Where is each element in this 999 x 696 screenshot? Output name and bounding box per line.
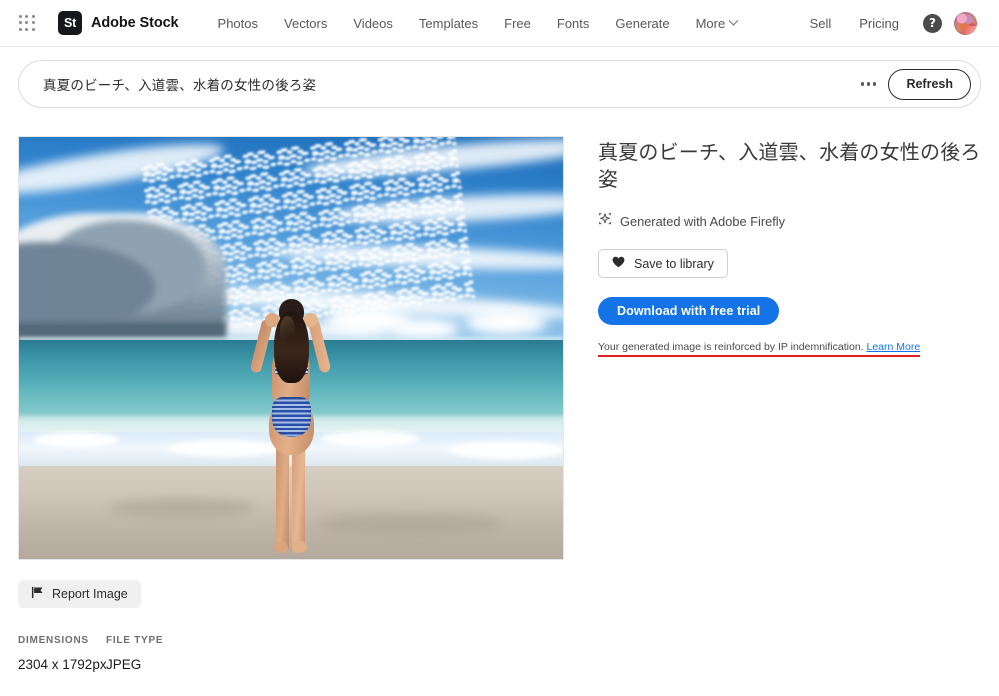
primary-nav-links: Photos Vectors Videos Templates Free Fon… (205, 10, 796, 37)
report-image-label: Report Image (52, 587, 128, 601)
nav-label: Vectors (284, 16, 327, 31)
generated-with-row: Generated with Adobe Firefly (598, 212, 981, 231)
nav-label: Generate (615, 16, 669, 31)
adobe-stock-logo[interactable]: St Adobe Stock (58, 11, 179, 35)
download-with-free-trial-button[interactable]: Download with free trial (598, 297, 779, 325)
flag-icon (31, 586, 44, 602)
ip-indemnification-text: Your generated image is reinforced by IP… (598, 341, 864, 353)
save-to-library-button[interactable]: Save to library (598, 249, 728, 278)
nav-link-free[interactable]: Free (491, 10, 544, 37)
nav-label: Sell (810, 16, 832, 31)
nav-link-pricing[interactable]: Pricing (845, 10, 913, 37)
search-bar[interactable]: Refresh (18, 60, 981, 108)
asset-detail-column: 真夏のビーチ、入道雲、水着の女性の後ろ姿 Generated with Adob… (598, 136, 981, 357)
secondary-nav-links: Sell Pricing ? (796, 10, 977, 37)
nav-link-templates[interactable]: Templates (406, 10, 491, 37)
nav-link-fonts[interactable]: Fonts (544, 10, 603, 37)
page-title: 真夏のビーチ、入道雲、水着の女性の後ろ姿 (598, 140, 981, 194)
metadata-label: DIMENSIONS (18, 635, 106, 646)
top-navigation-bar: St Adobe Stock Photos Vectors Videos Tem… (0, 0, 999, 47)
asset-preview-column: Report Image DIMENSIONS 2304 x 1792px FI… (18, 136, 564, 672)
figure-right-leg (292, 443, 305, 551)
main-content: Report Image DIMENSIONS 2304 x 1792px FI… (0, 108, 999, 672)
metadata-label: FILE TYPE (106, 635, 226, 646)
nav-label: Photos (218, 16, 258, 31)
metadata-value: 2304 x 1792px (18, 657, 106, 672)
nav-link-sell[interactable]: Sell (796, 10, 846, 37)
search-row: Refresh (0, 47, 999, 108)
brand-name-label: Adobe Stock (91, 15, 179, 31)
nav-link-vectors[interactable]: Vectors (271, 10, 340, 37)
nav-label: Free (504, 16, 531, 31)
user-avatar[interactable] (954, 12, 977, 35)
nav-label: More (696, 16, 726, 31)
nav-label: Templates (419, 16, 478, 31)
nav-link-photos[interactable]: Photos (205, 10, 271, 37)
generated-beach-photo[interactable] (18, 136, 564, 560)
chevron-down-icon (729, 15, 739, 25)
help-circle-icon[interactable]: ? (923, 14, 942, 33)
nav-label: Fonts (557, 16, 590, 31)
report-image-button[interactable]: Report Image (18, 580, 141, 608)
app-grid-icon[interactable] (18, 14, 36, 32)
metadata-dimensions: DIMENSIONS 2304 x 1792px (18, 635, 106, 672)
striped-swimsuit-bottom (272, 397, 311, 437)
stock-mark-icon: St (58, 11, 82, 35)
metadata-value: JPEG (106, 657, 226, 672)
cumulus-cloud (465, 310, 547, 335)
firefly-icon (598, 212, 612, 231)
nav-link-videos[interactable]: Videos (340, 10, 406, 37)
ellipsis-icon[interactable] (853, 69, 883, 99)
ip-indemnification-note: Your generated image is reinforced by IP… (598, 341, 920, 357)
figure-hair (274, 311, 309, 383)
woman-figure (236, 286, 346, 551)
search-input[interactable] (43, 77, 853, 92)
nav-label: Pricing (859, 16, 899, 31)
generated-with-label: Generated with Adobe Firefly (620, 214, 785, 229)
asset-metadata: DIMENSIONS 2304 x 1792px FILE TYPE JPEG (18, 635, 564, 672)
metadata-file-type: FILE TYPE JPEG (106, 635, 226, 672)
red-annotation-underline (598, 355, 920, 357)
nav-label: Videos (353, 16, 393, 31)
nav-link-more[interactable]: More (683, 10, 751, 37)
heart-icon (612, 256, 625, 271)
nav-link-generate[interactable]: Generate (602, 10, 682, 37)
figure-left-foot (274, 542, 288, 553)
save-to-library-label: Save to library (634, 257, 714, 271)
learn-more-link[interactable]: Learn More (867, 341, 921, 353)
report-row: Report Image (18, 580, 564, 608)
refresh-button[interactable]: Refresh (888, 69, 971, 100)
figure-left-leg (276, 443, 289, 551)
